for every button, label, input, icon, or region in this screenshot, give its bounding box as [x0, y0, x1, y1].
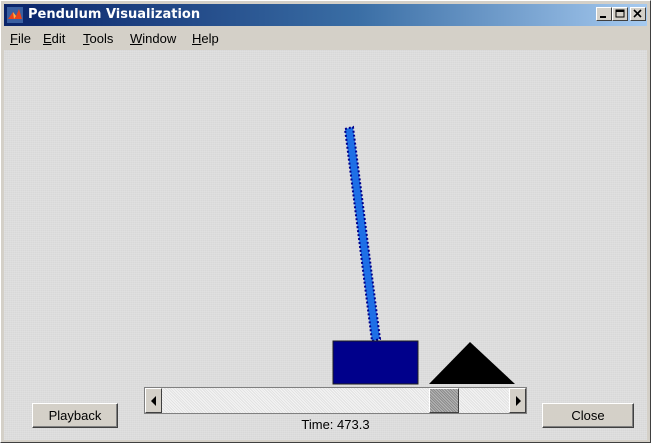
- slider-right-arrow[interactable]: [509, 388, 526, 413]
- slider-thumb[interactable]: [429, 388, 459, 413]
- pendulum-rod: [343, 125, 382, 343]
- time-readout: Time: 473.3: [301, 417, 370, 432]
- time-slider[interactable]: [144, 387, 527, 414]
- pendulum-scene: [332, 125, 515, 385]
- slider-left-arrow[interactable]: [145, 388, 162, 413]
- playback-button[interactable]: Playback: [32, 403, 118, 428]
- triangle-marker: [429, 342, 515, 384]
- pendulum-window: Pendulum Visualization File Edit Tools W…: [0, 0, 651, 443]
- cart-block: [332, 340, 419, 385]
- close-button[interactable]: Close: [542, 403, 634, 428]
- arrow-left-icon: [151, 396, 156, 406]
- arrow-right-icon: [516, 396, 521, 406]
